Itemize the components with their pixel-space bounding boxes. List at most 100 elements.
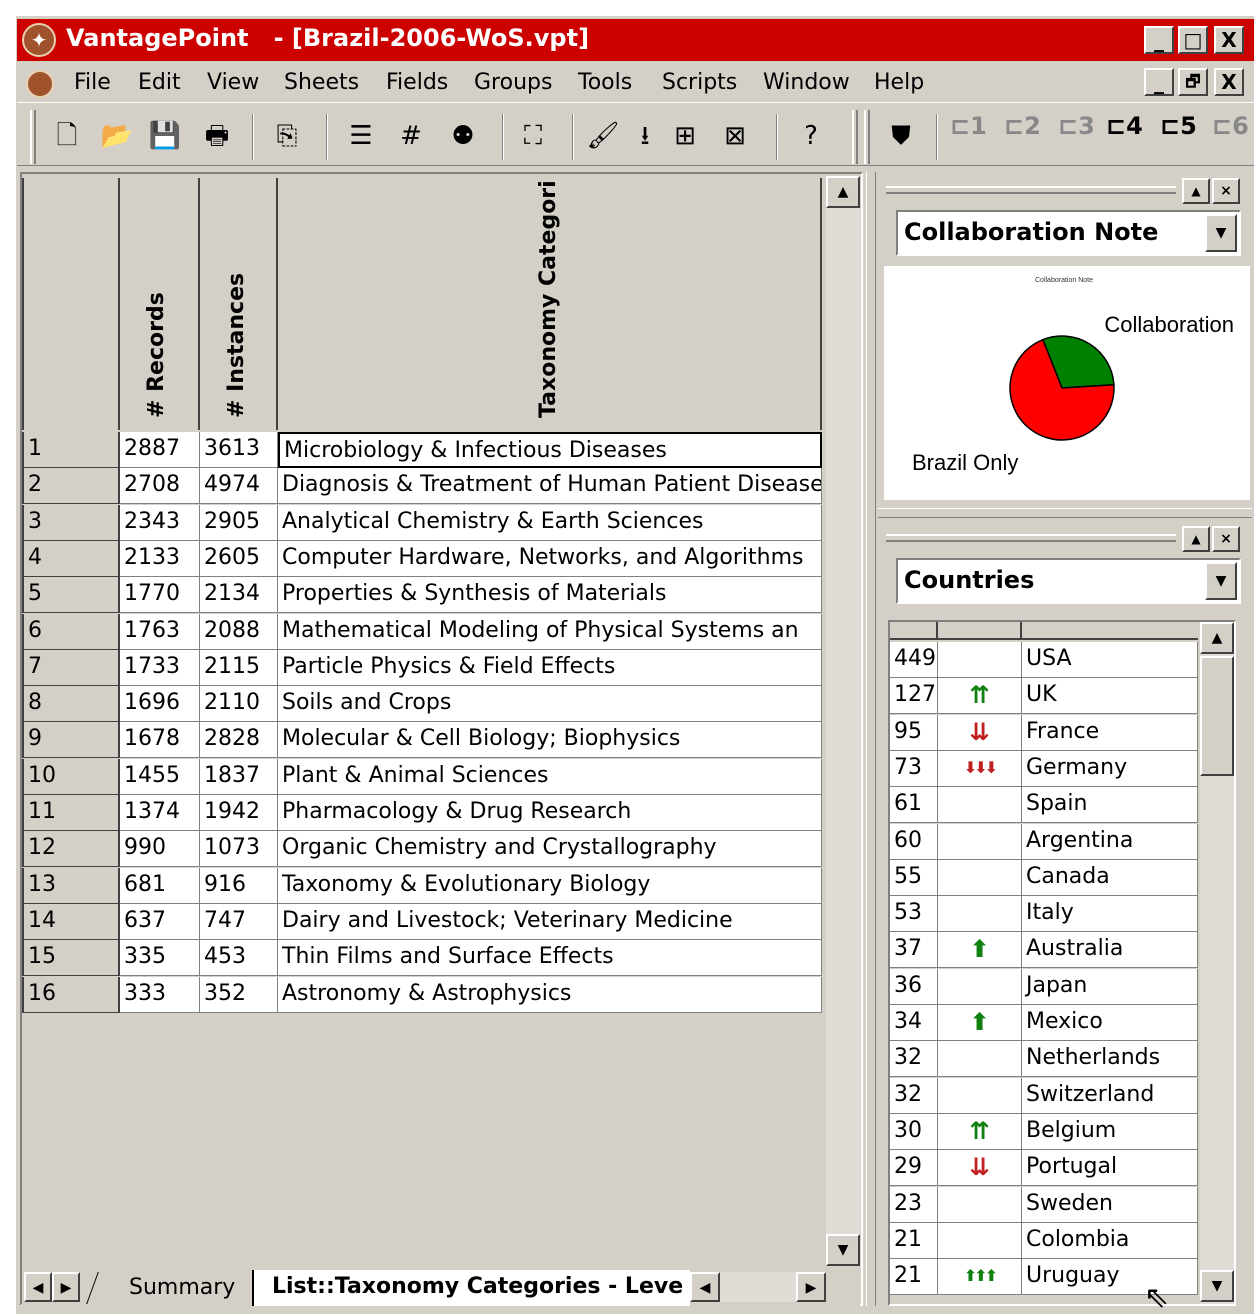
import-icon[interactable]: ⭳	[626, 116, 664, 156]
chevron-down-icon[interactable]: ▼	[1205, 562, 1237, 600]
list-item[interactable]: 36 Japan	[890, 968, 1198, 1005]
help-icon[interactable]: ?	[792, 116, 830, 156]
table-row[interactable]: 13 681 916 Taxonomy & Evolutionary Biology	[22, 867, 822, 904]
tab-scroll-right-button[interactable]: ▶	[52, 1272, 80, 1302]
open-folder-icon[interactable]: 📂	[98, 116, 136, 156]
table-row[interactable]: 1 2887 3613 Microbiology & Infectious Disea…	[22, 432, 822, 468]
view-1-button[interactable]: ⊏1	[950, 112, 987, 140]
mdi-restore-button[interactable]: 🗗	[1178, 68, 1208, 96]
list-item[interactable]: 449 USA	[890, 642, 1198, 678]
view-5-button[interactable]: ⊏5	[1160, 112, 1197, 140]
row-number-cell[interactable]: 14	[22, 903, 120, 940]
map-icon[interactable]: ⚉	[444, 116, 482, 156]
column-divider[interactable]	[1020, 622, 1022, 640]
minimize-button[interactable]: _	[1144, 26, 1174, 54]
list-item[interactable]: 53 Italy	[890, 896, 1198, 933]
row-number-cell[interactable]: 4	[22, 540, 120, 577]
delete-group-icon[interactable]: ⊠	[716, 116, 754, 156]
list-item[interactable]: 32 Netherlands	[890, 1041, 1198, 1078]
list-vertical-scrollbar[interactable]: ▲ ▼	[826, 176, 860, 1266]
row-number-cell[interactable]: 12	[22, 831, 120, 868]
maximize-button[interactable]: □	[1178, 26, 1208, 54]
toolbar-grip[interactable]	[30, 110, 36, 164]
scroll-down-button[interactable]: ▼	[826, 1234, 860, 1266]
row-number-cell[interactable]: 3	[22, 504, 120, 541]
menu-view[interactable]: View	[207, 70, 259, 95]
hscroll-right-button[interactable]: ▶	[796, 1272, 826, 1302]
row-number-cell[interactable]: 6	[22, 613, 120, 650]
list-item[interactable]: 73 ⬇⬇⬇ Germany	[890, 750, 1198, 787]
mdi-minimize-button[interactable]: _	[1144, 68, 1174, 96]
list-item[interactable]: 29 ⇊ Portugal	[890, 1150, 1198, 1187]
new-file-icon[interactable]: 🗋	[48, 116, 86, 156]
cleanup-brush-icon[interactable]: 🖌	[584, 116, 622, 156]
list-item[interactable]: 34 ⬆ Mexico	[890, 1005, 1198, 1041]
list-view-icon[interactable]: ☰	[342, 116, 380, 156]
scroll-up-button[interactable]: ▲	[1200, 622, 1234, 654]
list-item[interactable]: 127 ⇈ UK	[890, 678, 1198, 715]
view-4-button[interactable]: ⊏4	[1106, 112, 1143, 140]
menu-sheets[interactable]: Sheets	[284, 70, 359, 95]
menu-file[interactable]: File	[74, 70, 111, 95]
menu-help[interactable]: Help	[874, 70, 924, 95]
table-row[interactable]: 12 990 1073 Organic Chemistry and Crystallo…	[22, 831, 822, 868]
list-item[interactable]: 55 Canada	[890, 859, 1198, 896]
filter-icon[interactable]: ⛶	[514, 116, 552, 156]
close-button[interactable]: X	[1214, 26, 1244, 54]
countries-panel-close-button[interactable]: ×	[1212, 526, 1240, 552]
instances-header[interactable]: # Instances	[198, 178, 278, 430]
table-row[interactable]: 15 335 453 Thin Films and Surface Effects	[22, 940, 822, 977]
menu-window[interactable]: Window	[763, 70, 850, 95]
list-item[interactable]: 21 Colombia	[890, 1222, 1198, 1259]
panel-splitter[interactable]	[866, 172, 876, 1306]
list-item[interactable]: 30 ⇈ Belgium	[890, 1113, 1198, 1150]
table-row[interactable]: 14 637 747 Dairy and Livestock; Veterinary …	[22, 903, 822, 940]
collab-panel-titlebar[interactable]: ▲ ×	[880, 178, 1250, 204]
table-row[interactable]: 6 1763 2088 Mathematical Modeling of Physic…	[22, 613, 822, 650]
tab-taxonomy-list[interactable]: List::Taxonomy Categories - Leve	[252, 1270, 690, 1306]
hscroll-left-button[interactable]: ◀	[690, 1272, 720, 1302]
collab-field-select[interactable]: Collaboration Note ▼	[896, 210, 1241, 256]
table-row[interactable]: 16 333 352 Astronomy & Astrophysics	[22, 976, 822, 1013]
toolbar-grip[interactable]	[864, 110, 870, 164]
panel-grip[interactable]	[886, 186, 1176, 194]
mdi-close-button[interactable]: X	[1214, 68, 1244, 96]
right-panel-splitter[interactable]	[878, 508, 1252, 518]
list-item[interactable]: 23 Sweden	[890, 1186, 1198, 1223]
view-2-button[interactable]: ⊏2	[1004, 112, 1041, 140]
view-6-button[interactable]: ⊏6	[1212, 112, 1249, 140]
list-item[interactable]: 61 Spain	[890, 787, 1198, 824]
scroll-thumb[interactable]	[1200, 656, 1234, 776]
column-divider[interactable]	[936, 622, 938, 640]
table-row[interactable]: 11 1374 1942 Pharmacology & Drug Research	[22, 795, 822, 831]
row-number-cell[interactable]: 2	[22, 468, 120, 505]
menu-scripts[interactable]: Scripts	[662, 70, 737, 95]
table-row[interactable]: 8 1696 2110 Soils and Crops	[22, 686, 822, 723]
chevron-down-icon[interactable]: ▼	[1205, 214, 1237, 252]
row-number-cell[interactable]: 8	[22, 686, 120, 723]
tab-summary[interactable]: Summary	[86, 1272, 248, 1304]
hscroll-track[interactable]	[720, 1272, 796, 1302]
collab-panel-max-button[interactable]: ▲	[1182, 178, 1210, 204]
scroll-up-button[interactable]: ▲	[826, 176, 860, 208]
list-item[interactable]: 37 ⬆ Australia	[890, 932, 1198, 969]
countries-panel-max-button[interactable]: ▲	[1182, 526, 1210, 552]
toolbar-grip[interactable]	[852, 110, 858, 164]
row-number-cell[interactable]: 16	[22, 976, 120, 1013]
list-item[interactable]: 32 Switzerland	[890, 1077, 1198, 1114]
menu-edit[interactable]: Edit	[138, 70, 181, 95]
view-3-button[interactable]: ⊏3	[1058, 112, 1095, 140]
copy-icon[interactable]: ⎘	[268, 116, 306, 156]
print-icon[interactable]: 🖶	[198, 116, 236, 156]
table-row[interactable]: 3 2343 2905 Analytical Chemistry & Earth Sc…	[22, 504, 822, 541]
row-number-cell[interactable]: 7	[22, 649, 120, 686]
countries-vertical-scrollbar[interactable]: ▲ ▼	[1200, 622, 1234, 1304]
table-row[interactable]: 10 1455 1837 Plant & Animal Sciences	[22, 758, 822, 795]
table-row[interactable]: 5 1770 2134 Properties & Synthesis of Mater…	[22, 577, 822, 614]
collab-panel-close-button[interactable]: ×	[1212, 178, 1240, 204]
countries-panel-titlebar[interactable]: ▲ ×	[880, 526, 1250, 552]
category-header[interactable]: Taxonomy Categori	[276, 178, 822, 430]
tab-scroll-left-button[interactable]: ◀	[24, 1272, 52, 1302]
scroll-down-button[interactable]: ▼	[1200, 1270, 1234, 1302]
app-compass-icon[interactable]: ✦	[22, 23, 56, 57]
